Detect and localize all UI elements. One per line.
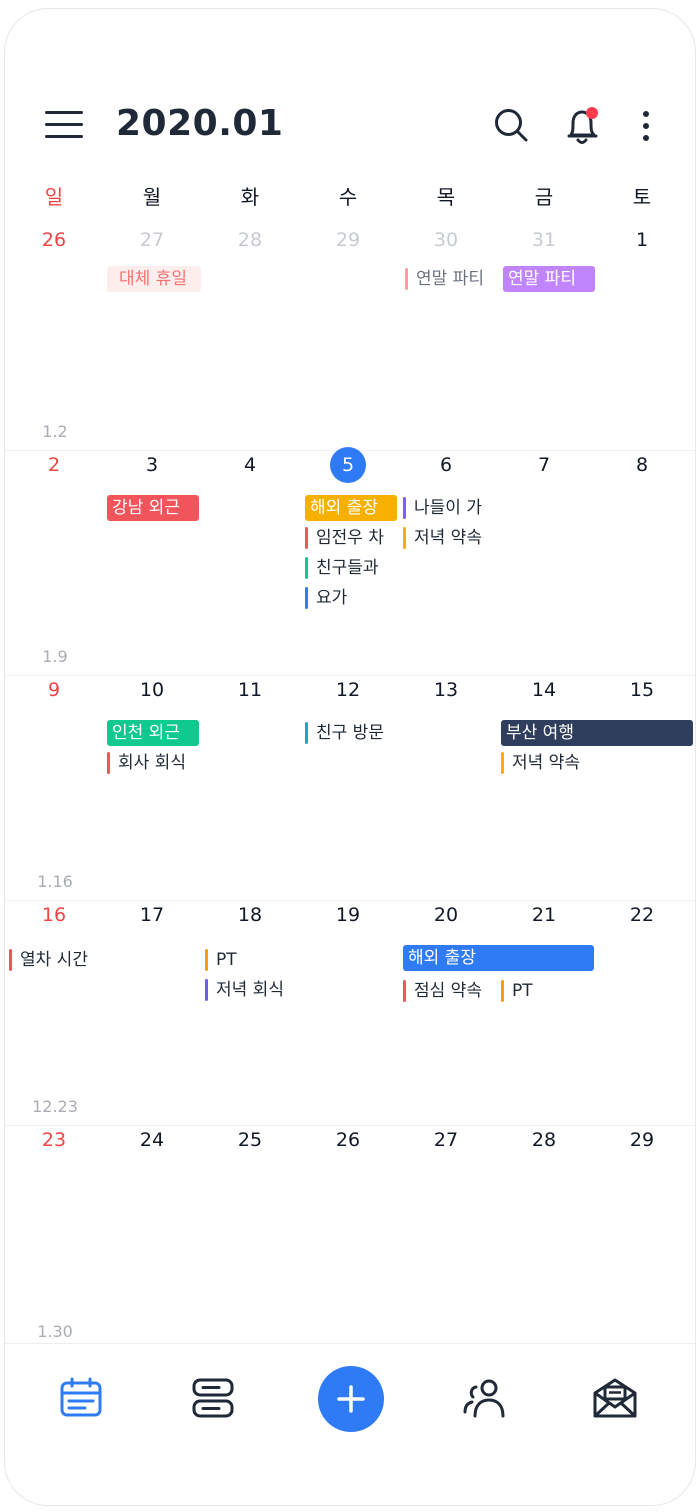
day-cell[interactable]: 28 (201, 226, 299, 254)
day-cell[interactable]: 7 (495, 451, 593, 479)
day-cell[interactable]: 28 (495, 1126, 593, 1154)
event-chip[interactable]: 해외 출장 (305, 495, 397, 521)
day-cell[interactable]: 16 (5, 901, 103, 929)
day-cell[interactable]: 8 (593, 451, 691, 479)
hamburger-icon[interactable] (45, 109, 85, 141)
app-screen: 2020.01 일 월 화 수 목 금 토 26 27 28 29 30 31 … (4, 8, 696, 1506)
day-cell[interactable]: 17 (103, 901, 201, 929)
event-chip[interactable]: 인천 외근 (107, 720, 199, 746)
event-chip[interactable]: 나들이 가 (403, 495, 495, 521)
week-label: 1.9 (42, 647, 68, 666)
add-event-button[interactable] (318, 1366, 384, 1432)
week-label: 12.23 (32, 1097, 78, 1116)
event-chip[interactable]: 회사 회식 (107, 750, 199, 776)
day-cell[interactable]: 4 (201, 451, 299, 479)
event-chip[interactable]: 열차 시간 (9, 947, 101, 973)
week-row: 2 3 4 5 6 7 8 강남 외근 해외 출장 임전우 차 친구들과 요가 … (5, 447, 695, 676)
event-chip[interactable]: 친구 방문 (305, 720, 397, 746)
day-cell[interactable]: 12 (299, 676, 397, 704)
event-chip[interactable]: 해외 출장 (403, 945, 594, 971)
day-cell[interactable]: 22 (593, 901, 691, 929)
event-chip[interactable]: PT (205, 947, 297, 973)
plus-icon (337, 1385, 365, 1413)
event-chip[interactable]: 임전우 차 (305, 525, 397, 551)
weekday-mon: 월 (142, 185, 162, 209)
event-chip[interactable]: 연말 파티 (503, 266, 595, 292)
day-cell[interactable]: 29 (299, 226, 397, 254)
more-vertical-icon[interactable] (635, 109, 657, 145)
day-cell[interactable]: 20 (397, 901, 495, 929)
week-row: 16 17 18 19 20 21 22 열차 시간 PT 저녁 회식 해외 출… (5, 901, 695, 1126)
header: 2020.01 (5, 9, 695, 189)
day-cell-today[interactable]: 5 (299, 447, 397, 483)
week-row: 26 27 28 29 30 31 1 대체 휴일 연말 파티 연말 파티 1.… (5, 226, 695, 451)
day-cell[interactable]: 24 (103, 1126, 201, 1154)
mail-icon[interactable] (591, 1374, 639, 1422)
bell-icon[interactable] (563, 105, 603, 147)
calendar-icon[interactable] (57, 1374, 105, 1422)
week-label: 1.30 (37, 1322, 73, 1341)
event-chip[interactable]: PT (501, 978, 593, 1004)
day-cell[interactable]: 29 (593, 1126, 691, 1154)
day-cell[interactable]: 11 (201, 676, 299, 704)
weekday-wed: 수 (338, 185, 358, 209)
day-cell[interactable]: 15 (593, 676, 691, 704)
event-chip[interactable]: 저녁 약속 (403, 525, 495, 551)
notification-dot (586, 107, 598, 119)
weekday-thu: 목 (436, 185, 456, 209)
month-title[interactable]: 2020.01 (116, 103, 283, 144)
event-chip[interactable]: 강남 외근 (107, 495, 199, 521)
weekday-sun: 일 (44, 185, 64, 209)
day-cell[interactable]: 25 (201, 1126, 299, 1154)
day-cell[interactable]: 1 (593, 226, 691, 254)
day-cell[interactable]: 31 (495, 226, 593, 254)
event-chip[interactable]: 저녁 약속 (501, 750, 593, 776)
day-cell[interactable]: 26 (299, 1126, 397, 1154)
day-cell[interactable]: 18 (201, 901, 299, 929)
day-cell[interactable]: 19 (299, 901, 397, 929)
day-cell[interactable]: 3 (103, 451, 201, 479)
week-label: 1.2 (42, 422, 68, 441)
day-cell[interactable]: 27 (103, 226, 201, 254)
week-label: 1.16 (37, 872, 73, 891)
day-cell[interactable]: 10 (103, 676, 201, 704)
day-cell[interactable]: 14 (495, 676, 593, 704)
weekday-tue: 화 (240, 185, 260, 209)
day-cell[interactable]: 21 (495, 901, 593, 929)
event-chip[interactable]: 저녁 회식 (205, 977, 297, 1003)
event-chip[interactable]: 부산 여행 (501, 720, 693, 746)
day-cell[interactable]: 23 (5, 1126, 103, 1154)
day-cell[interactable]: 6 (397, 451, 495, 479)
search-icon[interactable] (493, 107, 529, 143)
event-chip[interactable]: 요가 (305, 585, 397, 611)
week-row: 23 24 25 26 27 28 29 1.30 (5, 1126, 695, 1351)
day-cell[interactable]: 9 (5, 676, 103, 704)
day-cell[interactable]: 13 (397, 676, 495, 704)
people-icon[interactable] (461, 1374, 509, 1422)
day-cell[interactable]: 30 (397, 226, 495, 254)
weekday-header: 일 월 화 수 목 금 토 (5, 181, 695, 211)
day-cell[interactable]: 26 (5, 226, 103, 254)
event-chip[interactable]: 연말 파티 (405, 266, 497, 292)
event-chip[interactable]: 대체 휴일 (107, 266, 201, 292)
weekday-sat: 토 (632, 185, 652, 209)
day-cell[interactable]: 27 (397, 1126, 495, 1154)
bottom-nav (5, 1343, 695, 1453)
event-chip[interactable]: 점심 약속 (403, 978, 495, 1004)
day-cell[interactable]: 2 (5, 451, 103, 479)
week-row: 9 10 11 12 13 14 15 인천 외근 회사 회식 친구 방문 부산… (5, 676, 695, 901)
weekday-fri: 금 (534, 185, 554, 209)
timeline-icon[interactable] (189, 1374, 237, 1422)
event-chip[interactable]: 친구들과 (305, 555, 397, 581)
today-badge: 5 (330, 447, 366, 483)
